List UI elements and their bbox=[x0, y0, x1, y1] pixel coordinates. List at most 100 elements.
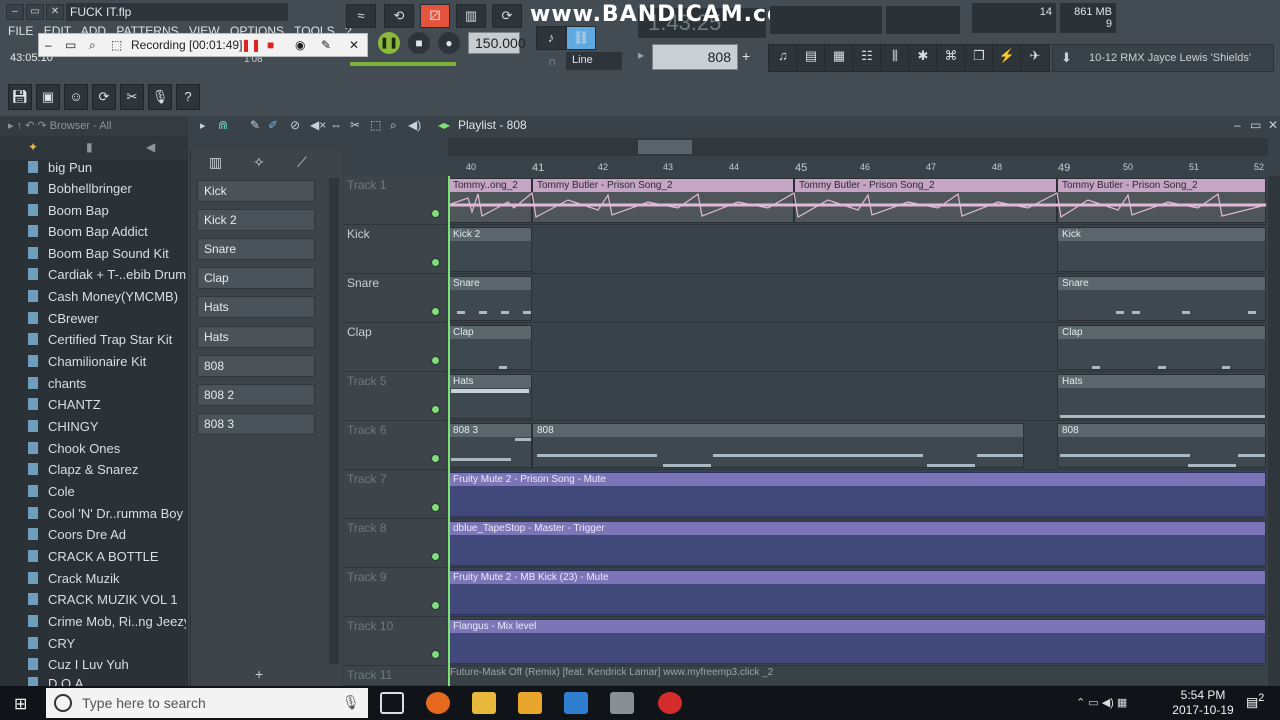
all-tab-icon[interactable]: ✦ bbox=[28, 140, 38, 154]
pattern-clip[interactable]: 808 3 bbox=[448, 423, 532, 468]
track-header[interactable]: Track 7 bbox=[344, 470, 446, 519]
minimize-icon[interactable]: – bbox=[1234, 118, 1241, 132]
files-tab-icon[interactable]: ▮ bbox=[86, 140, 93, 154]
channel-808[interactable]: 808 bbox=[197, 355, 315, 377]
pattern-prev-icon[interactable]: ▸ bbox=[638, 48, 644, 62]
stop-button[interactable]: ■ bbox=[408, 32, 430, 54]
magnet-icon[interactable]: ⋒ bbox=[218, 118, 228, 132]
track-header[interactable]: Track 11 bbox=[344, 666, 446, 686]
track-mute-led[interactable] bbox=[431, 454, 440, 463]
close-icon[interactable]: ✕ bbox=[349, 38, 359, 52]
bird-icon[interactable]: ✈ bbox=[1020, 44, 1050, 72]
browser-item[interactable]: CHANTZ bbox=[28, 397, 186, 418]
plugin-icon[interactable]: ✱ bbox=[908, 44, 938, 72]
slice-icon[interactable]: ✂ bbox=[350, 118, 360, 132]
track-mute-led[interactable] bbox=[431, 209, 440, 218]
channel-808-2[interactable]: 808 2 bbox=[197, 384, 315, 406]
pattern-clip[interactable]: Clap bbox=[448, 325, 532, 370]
channel-808-3[interactable]: 808 3 bbox=[197, 413, 315, 435]
playlist-menu-icon[interactable]: ▸ bbox=[200, 119, 206, 132]
menu-file[interactable]: FILE bbox=[8, 24, 33, 38]
browser-item[interactable]: CRACK A BOTTLE bbox=[28, 549, 186, 570]
region-icon[interactable]: ⬚ bbox=[111, 38, 122, 52]
pattern-song-toggle-icon[interactable]: ≈ bbox=[346, 4, 376, 28]
notification-icon[interactable]: ▤2 bbox=[1246, 692, 1264, 710]
rack-scrollbar[interactable] bbox=[329, 178, 339, 664]
browser-item[interactable]: Boom Bap Addict bbox=[28, 224, 186, 245]
search-icon[interactable]: ⌕ bbox=[89, 38, 96, 53]
pause-icon[interactable]: ❚❚ bbox=[241, 38, 261, 52]
pencil-icon[interactable]: ✎ bbox=[321, 38, 331, 52]
zoom-icon[interactable]: ⌕ bbox=[390, 118, 397, 133]
browser-item[interactable]: big Pun bbox=[28, 160, 186, 181]
browser-item[interactable]: Clapz & Snarez bbox=[28, 462, 186, 483]
stop-icon[interactable]: ■ bbox=[267, 38, 274, 52]
tempo-field[interactable]: 150.000 bbox=[468, 32, 526, 54]
taskbar-search[interactable]: Type here to search bbox=[46, 688, 368, 718]
step-edit-icon[interactable]: ▥ bbox=[456, 4, 486, 28]
browser-item[interactable]: Boom Bap Sound Kit bbox=[28, 246, 186, 267]
download-icon[interactable]: ⬇ bbox=[1061, 50, 1072, 66]
tray-icons[interactable]: ⌃ ▭ ◀) ▦ bbox=[1076, 696, 1127, 709]
save-icon[interactable]: 💾︎ bbox=[8, 84, 32, 110]
cut-icon[interactable]: ✂ bbox=[120, 84, 144, 110]
track-mute-led[interactable] bbox=[431, 258, 440, 267]
automation-clip[interactable]: Fruity Mute 2 - Prison Song - Mute bbox=[448, 472, 1266, 517]
track-mute-led[interactable] bbox=[431, 601, 440, 610]
pattern-clip[interactable]: 808 bbox=[532, 423, 1024, 468]
browser-item[interactable]: chants bbox=[28, 376, 186, 397]
pattern-clip[interactable]: Clap bbox=[1057, 325, 1266, 370]
track-header[interactable]: Track 10 bbox=[344, 617, 446, 666]
master-volume-slider[interactable] bbox=[350, 62, 456, 66]
file-explorer-icon[interactable] bbox=[472, 692, 496, 714]
files-icon[interactable]: ❐ bbox=[964, 44, 994, 72]
restore-icon[interactable]: ▭ bbox=[1250, 118, 1261, 132]
comment-icon[interactable]: ☺ bbox=[64, 84, 88, 110]
add-channel-button[interactable]: + bbox=[255, 666, 263, 682]
minimize-icon[interactable]: – bbox=[45, 38, 52, 52]
browser-item[interactable]: Certified Trap Star Kit bbox=[28, 332, 186, 353]
browser-item[interactable]: Bobhellbringer bbox=[28, 181, 186, 202]
automation-clip[interactable]: Fruity Mute 2 - MB Kick (23) - Mute bbox=[448, 570, 1266, 615]
automation-clip[interactable]: dblue_TapeStop - Master - Trigger bbox=[448, 521, 1266, 566]
pattern-clip[interactable]: Snare bbox=[1057, 276, 1266, 321]
track-header[interactable]: Track 5 bbox=[344, 372, 446, 421]
vertical-scrollbar[interactable] bbox=[1268, 176, 1280, 686]
loop-record-icon[interactable]: ⟳ bbox=[492, 4, 522, 28]
playhead[interactable] bbox=[448, 176, 450, 686]
plug-icon[interactable]: ⚡ bbox=[992, 44, 1022, 72]
timeline-ruler[interactable]: 40 41 42 43 44 45 46 47 48 49 50 51 52 bbox=[448, 158, 1268, 176]
restore-icon[interactable]: ▭ bbox=[26, 4, 44, 20]
waveform-icon[interactable]: ✧ bbox=[253, 154, 265, 171]
typing-keyboard-icon[interactable]: ⚂ bbox=[420, 4, 450, 28]
bottom-clip-label[interactable]: Future-Mask Off (Remix) [feat. Kendrick … bbox=[450, 667, 773, 678]
track-mute-led[interactable] bbox=[431, 503, 440, 512]
track-header[interactable]: Track 6 bbox=[344, 421, 446, 470]
record-mode-icon[interactable]: ⟲ bbox=[384, 4, 414, 28]
browser-item[interactable]: Cardiak + T-..ebib Drumkit bbox=[28, 267, 186, 288]
windows-start-icon[interactable]: ⊞ bbox=[14, 694, 27, 714]
browser-item[interactable]: Crack Muzik bbox=[28, 571, 186, 592]
pattern-clip[interactable]: 808 bbox=[1057, 423, 1266, 468]
save-as-icon[interactable]: ▣ bbox=[36, 84, 60, 110]
pattern-clip[interactable]: Hats bbox=[1057, 374, 1266, 419]
pencil-icon[interactable]: ✎ bbox=[250, 118, 260, 132]
draw-tool-icon[interactable]: ♪ bbox=[536, 26, 566, 50]
horizontal-scrollbar[interactable] bbox=[448, 138, 1268, 156]
browser-item[interactable]: CHINGY bbox=[28, 419, 186, 440]
track-header[interactable]: Snare bbox=[344, 274, 446, 323]
arrows-icon[interactable]: ◂▸ bbox=[438, 118, 450, 132]
magnet-icon[interactable]: ∩ bbox=[548, 54, 557, 68]
track-mute-led[interactable] bbox=[431, 650, 440, 659]
mixer-icon[interactable]: ☷ bbox=[852, 44, 882, 72]
channel-rack-icon[interactable]: ▦ bbox=[824, 44, 854, 72]
browser-item[interactable]: CRACK MUZIK VOL 1 bbox=[28, 592, 186, 613]
track-mute-led[interactable] bbox=[431, 356, 440, 365]
channel-snare[interactable]: Snare bbox=[197, 238, 315, 260]
browser-item[interactable]: D.O.A. bbox=[28, 676, 186, 686]
pattern-clip[interactable]: Snare bbox=[448, 276, 532, 321]
playlist-grid[interactable]: Tommy..ong_2 Tommy Butler - Prison Song_… bbox=[448, 176, 1266, 686]
metronome-icon[interactable]: ⟳ bbox=[92, 84, 116, 110]
pattern-clip[interactable]: Kick 2 bbox=[448, 227, 532, 272]
browser-item[interactable]: Boom Bap bbox=[28, 203, 186, 224]
